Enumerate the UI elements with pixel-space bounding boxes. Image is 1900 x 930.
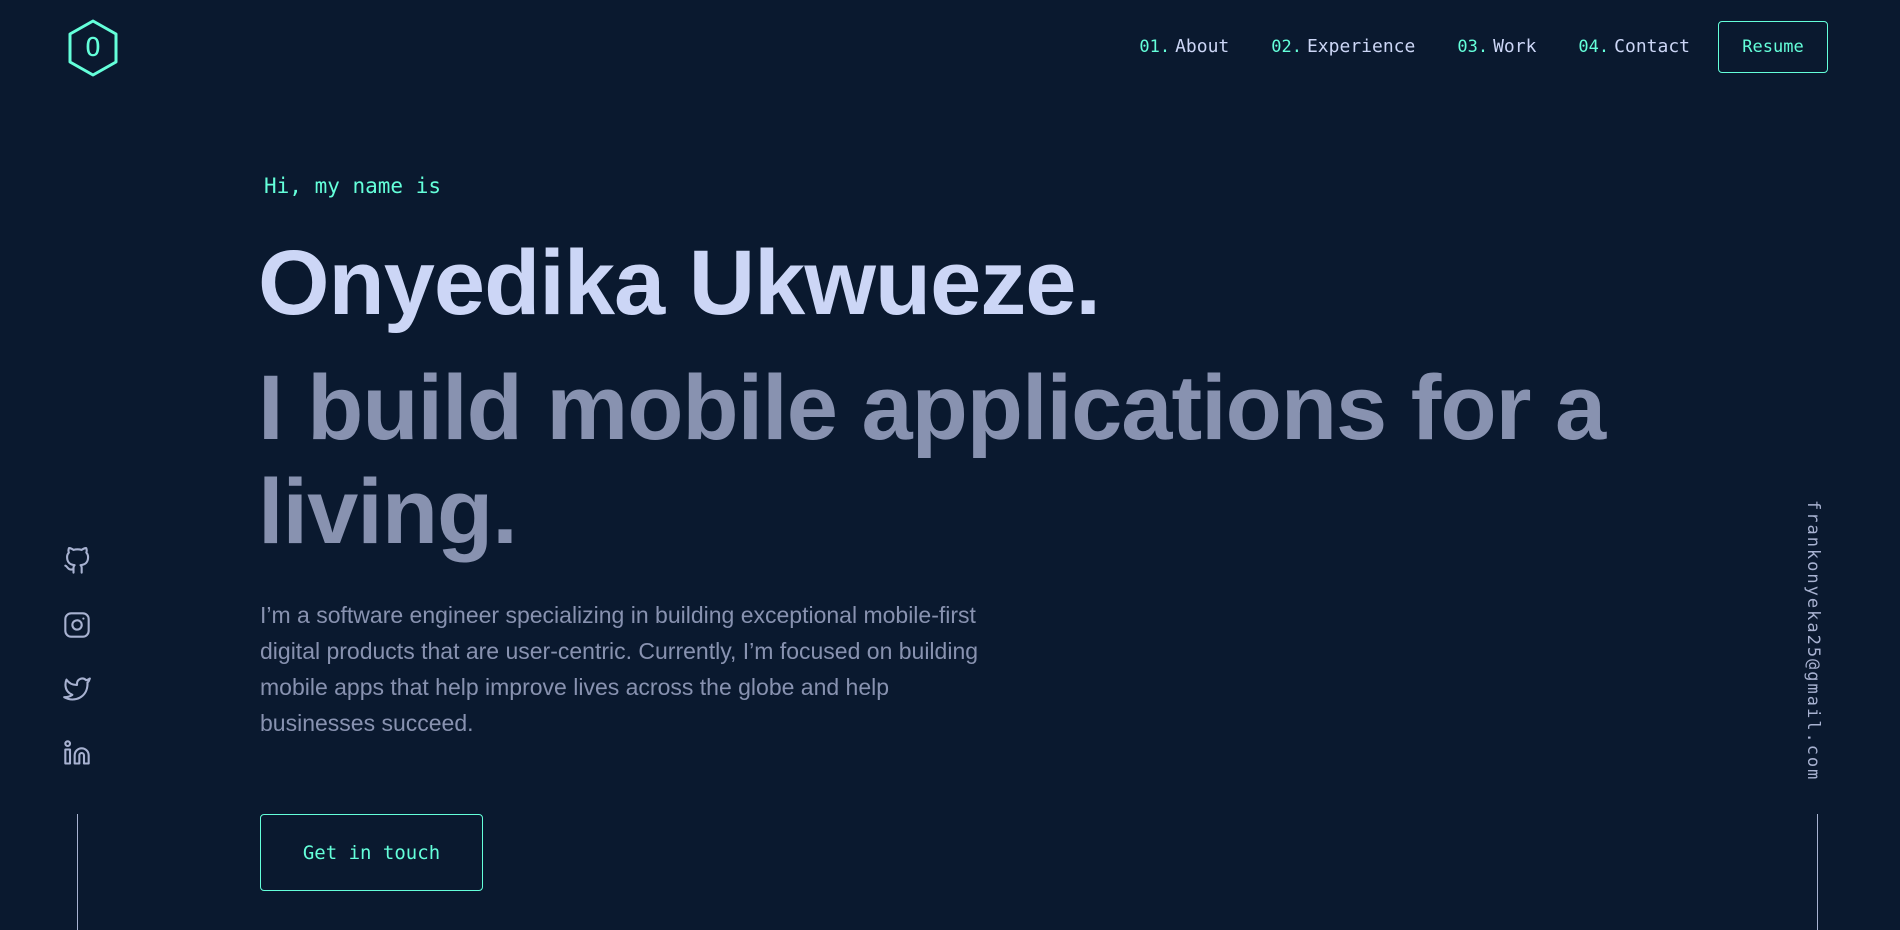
hero-intro: Hi, my name is bbox=[264, 174, 442, 198]
nav-number: 04. bbox=[1578, 37, 1610, 57]
main-nav: 01. About 02. Experience 03. Work 04. Contac… bbox=[1139, 36, 1690, 57]
hero-tagline: I build mobile applications for a living… bbox=[258, 357, 1606, 563]
nav-number: 02. bbox=[1271, 37, 1302, 57]
nav-label: Experience bbox=[1306, 36, 1416, 57]
linkedin-link[interactable] bbox=[61, 739, 93, 771]
nav-label: Work bbox=[1493, 36, 1537, 57]
right-vertical-line bbox=[1817, 814, 1818, 930]
nav-item-about[interactable]: 01. About bbox=[1139, 36, 1229, 57]
twitter-link[interactable] bbox=[61, 675, 93, 707]
nav-item-experience[interactable]: 02. Experience bbox=[1271, 36, 1415, 57]
left-vertical-line bbox=[77, 814, 78, 930]
github-icon bbox=[64, 547, 90, 574]
instagram-link[interactable] bbox=[61, 611, 93, 643]
nav-number: 01. bbox=[1139, 37, 1171, 57]
nav-number: 03. bbox=[1457, 37, 1489, 57]
twitter-icon bbox=[63, 677, 91, 701]
instagram-icon bbox=[64, 612, 90, 638]
email-link[interactable]: frankonyeka25@gmail.com bbox=[1803, 500, 1823, 781]
get-in-touch-button[interactable]: Get in touch bbox=[260, 814, 483, 891]
social-links bbox=[61, 545, 93, 803]
site-header: O 01. About 02. Experience 03. Work 04. Cont… bbox=[0, 0, 1900, 96]
nav-label: Contact bbox=[1614, 36, 1690, 57]
logo[interactable]: O bbox=[66, 18, 120, 78]
logo-letter: O bbox=[85, 33, 101, 63]
linkedin-icon bbox=[64, 740, 90, 765]
hero-description: I’m a software engineer specializing in … bbox=[260, 602, 979, 736]
nav-item-work[interactable]: 03. Work bbox=[1457, 36, 1536, 57]
nav-label: About bbox=[1175, 36, 1230, 57]
nav-item-contact[interactable]: 04. Contact bbox=[1578, 36, 1690, 57]
hero-name: Onyedika Ukwueze. bbox=[258, 232, 1101, 334]
github-link[interactable] bbox=[61, 547, 93, 579]
resume-button[interactable]: Resume bbox=[1718, 21, 1828, 73]
